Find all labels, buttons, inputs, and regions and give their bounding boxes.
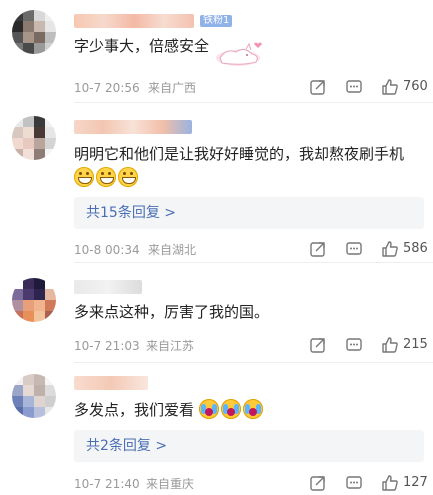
like-count: 586 — [403, 241, 428, 256]
comment-icon[interactable] — [345, 78, 363, 96]
divider — [74, 102, 433, 103]
comment-time: 10-7 21:03 — [74, 339, 140, 353]
comment-location: 来自湖北 — [148, 243, 197, 257]
comment-item: 多来点这种，厉害了我的国。 10-7 21:03 来自江苏 215 — [0, 262, 433, 362]
like-icon[interactable] — [381, 78, 399, 96]
comment-text: 多发点，我们爱看 — [74, 398, 424, 422]
share-icon[interactable] — [309, 78, 327, 96]
fan-badge: 铁粉1 — [200, 15, 233, 27]
comment-time: 10-7 20:56 — [74, 81, 140, 95]
comment-location: 来自重庆 — [146, 477, 195, 491]
username-blurred[interactable] — [74, 120, 192, 134]
comment-location: 来自广西 — [148, 81, 197, 95]
share-icon[interactable] — [309, 474, 327, 492]
crying-icon — [220, 399, 241, 419]
comment-actions: 215 — [309, 336, 433, 356]
view-replies-link[interactable]: 共15条回复 > — [86, 204, 176, 222]
like-count: 760 — [403, 79, 428, 94]
comment-item: 多发点，我们爱看 共2条回复 > 10-7 21:40 来自重庆 127 — [0, 362, 433, 495]
avatar[interactable] — [12, 10, 56, 54]
avatar[interactable] — [12, 278, 56, 322]
comment-icon[interactable] — [345, 240, 363, 258]
like-count: 127 — [403, 475, 428, 490]
username-blurred[interactable] — [74, 14, 194, 28]
username-blurred[interactable] — [74, 280, 142, 294]
divider — [74, 262, 433, 263]
comment-icon[interactable] — [345, 474, 363, 492]
view-replies-link[interactable]: 共2条回复 > — [86, 437, 167, 455]
share-icon[interactable] — [309, 240, 327, 258]
comment-time: 10-8 00:34 — [74, 243, 140, 257]
comment-location: 来自江苏 — [146, 339, 195, 353]
comment-item: 铁粉1 字少事大，倍感安全 10-7 20:56 来自广西 760 — [0, 0, 433, 102]
grin-icon — [96, 167, 116, 187]
share-icon[interactable] — [309, 336, 327, 354]
comment-text: 明明它和他们是让我好好睡觉的，我却熬夜刷手机 — [74, 142, 424, 190]
cat-sticker-icon — [216, 42, 262, 66]
divider — [74, 362, 433, 363]
like-icon[interactable] — [381, 474, 399, 492]
like-icon[interactable] — [381, 240, 399, 258]
crying-icon — [242, 399, 263, 419]
crying-icon — [198, 399, 219, 419]
comment-item: 明明它和他们是让我好好睡觉的，我却熬夜刷手机 共15条回复 > 10-8 00:… — [0, 102, 433, 262]
comment-icon[interactable] — [345, 336, 363, 354]
comment-actions: 760 — [309, 78, 433, 98]
like-icon[interactable] — [381, 336, 399, 354]
comment-text: 多来点这种，厉害了我的国。 — [74, 303, 270, 321]
reply-preview-box[interactable]: 共15条回复 > — [74, 197, 424, 229]
username-blurred[interactable] — [74, 376, 148, 390]
avatar[interactable] — [12, 116, 56, 160]
like-count: 215 — [403, 337, 428, 352]
comment-actions: 586 — [309, 240, 433, 260]
grin-icon — [118, 167, 138, 187]
comment-time: 10-7 21:40 — [74, 477, 140, 491]
comment-actions: 127 — [309, 474, 433, 494]
avatar[interactable] — [12, 374, 56, 418]
grin-icon — [74, 167, 94, 187]
reply-preview-box[interactable]: 共2条回复 > — [74, 430, 424, 462]
